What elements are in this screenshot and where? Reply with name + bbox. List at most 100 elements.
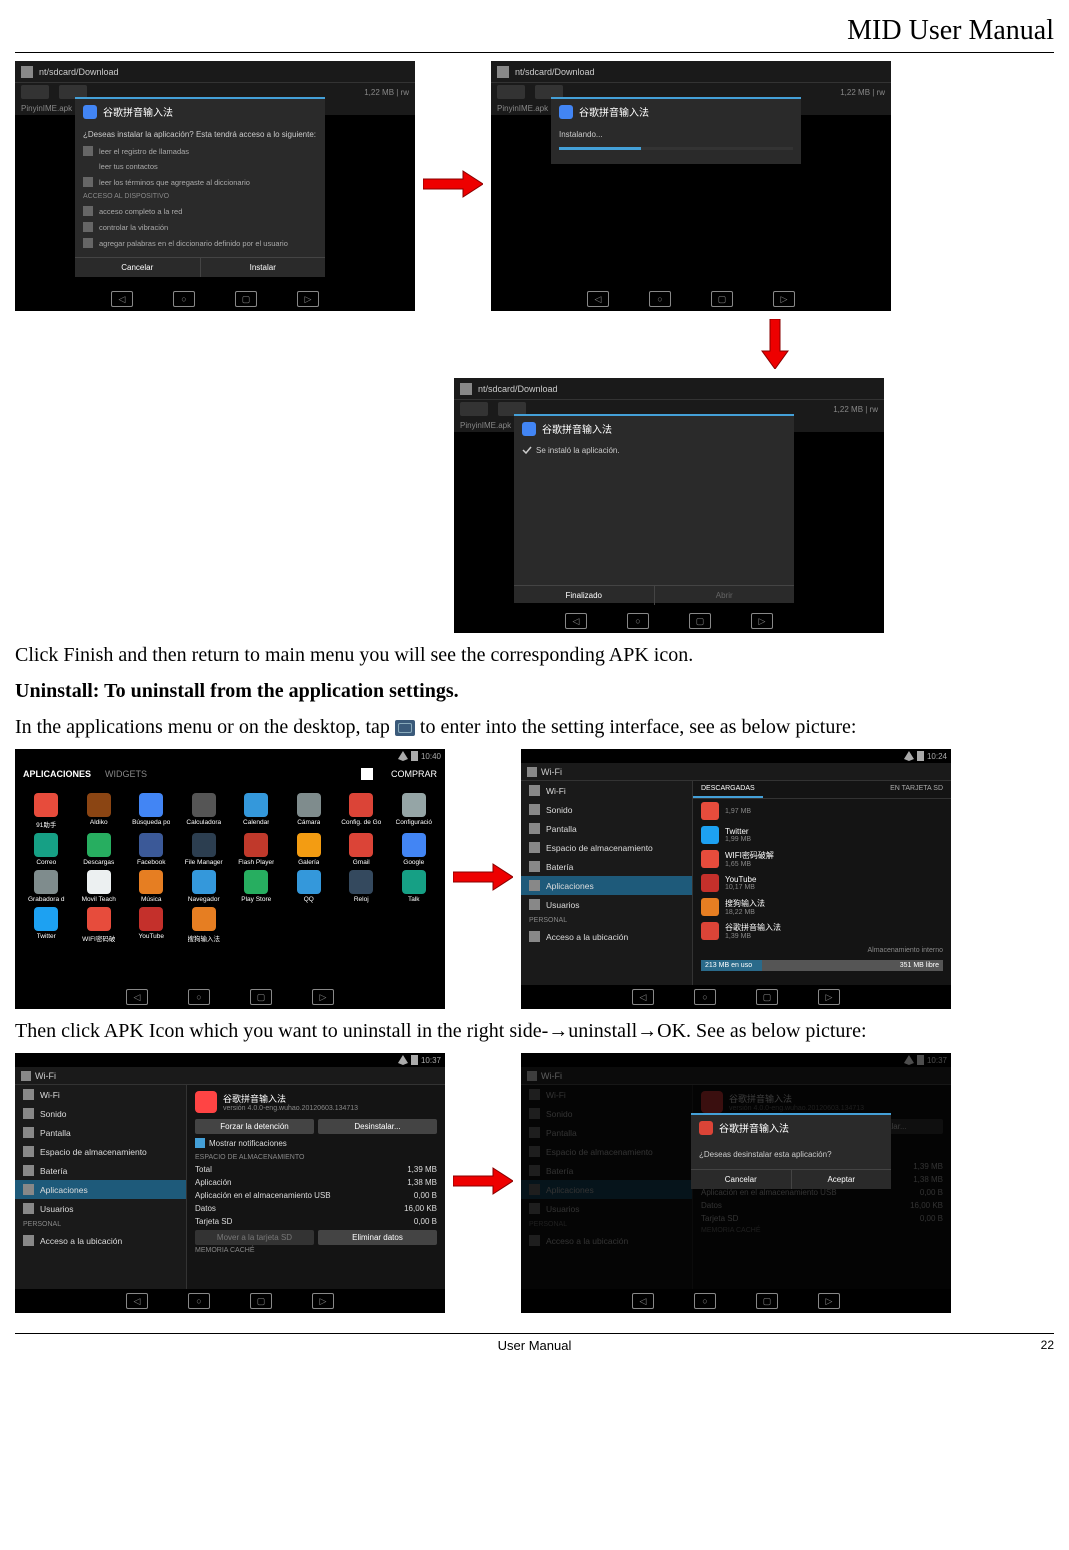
settings-row[interactable]: Wi-Fi: [521, 781, 692, 800]
recent-icon[interactable]: ▢: [756, 989, 778, 1005]
settings-row[interactable]: Pantalla: [15, 1123, 186, 1142]
app-item[interactable]: Correo: [21, 833, 72, 866]
back-icon[interactable]: ◁: [126, 1293, 148, 1309]
recent-icon[interactable]: ▢: [756, 1293, 778, 1309]
recent-icon[interactable]: ▢: [235, 291, 257, 307]
app-item[interactable]: Calculadora: [179, 793, 230, 829]
app-item[interactable]: 搜狗输入法: [179, 907, 230, 943]
recent-icon[interactable]: ▢: [250, 1293, 272, 1309]
app-item[interactable]: Música: [126, 870, 177, 903]
tab-applications[interactable]: APLICACIONES: [23, 769, 91, 779]
settings-row[interactable]: Batería: [15, 1161, 186, 1180]
settings-row-icon: [23, 1235, 34, 1246]
move-sd-button[interactable]: Mover a la tarjeta SD: [195, 1230, 314, 1245]
home-icon[interactable]: ○: [627, 613, 649, 629]
settings-row[interactable]: Batería: [521, 857, 692, 876]
back-icon[interactable]: ◁: [632, 989, 654, 1005]
app-item[interactable]: Talk: [389, 870, 440, 903]
force-stop-button[interactable]: Forzar la detención: [195, 1119, 314, 1134]
open-button[interactable]: Abrir: [655, 586, 795, 605]
volume-icon[interactable]: ▷: [312, 1293, 334, 1309]
home-icon[interactable]: ○: [173, 291, 195, 307]
home-icon[interactable]: ○: [188, 1293, 210, 1309]
app-item[interactable]: Config. de Go: [336, 793, 387, 829]
volume-icon[interactable]: ▷: [773, 291, 795, 307]
app-item[interactable]: QQ: [284, 870, 335, 903]
settings-row[interactable]: Aplicaciones: [521, 876, 692, 895]
app-item[interactable]: Aldiko: [74, 793, 125, 829]
app-item[interactable]: WIFI密码破: [74, 907, 125, 943]
volume-icon[interactable]: ▷: [818, 1293, 840, 1309]
settings-row[interactable]: Sonido: [521, 800, 692, 819]
volume-icon[interactable]: ▷: [312, 989, 334, 1005]
app-item[interactable]: 91助手: [21, 793, 72, 829]
app-item[interactable]: YouTube: [126, 907, 177, 943]
app-item[interactable]: Configuració: [389, 793, 440, 829]
back-icon[interactable]: ◁: [126, 989, 148, 1005]
app-list-item[interactable]: 谷歌拼音输入法1,39 MB: [693, 919, 951, 943]
confirm-ok-button[interactable]: Aceptar: [792, 1170, 892, 1189]
clear-data-button[interactable]: Eliminar datos: [318, 1230, 437, 1245]
recent-icon[interactable]: ▢: [689, 613, 711, 629]
settings-row-label: Aplicaciones: [546, 881, 594, 891]
tab-downloaded[interactable]: DESCARGADAS: [693, 781, 763, 798]
settings-row[interactable]: Aplicaciones: [15, 1180, 186, 1199]
buy-label[interactable]: COMPRAR: [391, 769, 437, 779]
app-item[interactable]: Cámara: [284, 793, 335, 829]
back-icon[interactable]: ◁: [565, 613, 587, 629]
uninstall-button[interactable]: Desinstalar...: [318, 1119, 437, 1134]
app-item[interactable]: Calendar: [231, 793, 282, 829]
home-icon[interactable]: ○: [694, 1293, 716, 1309]
install-button[interactable]: Instalar: [201, 258, 326, 277]
app-item[interactable]: Twitter: [21, 907, 72, 943]
confirm-cancel-button[interactable]: Cancelar: [691, 1170, 792, 1189]
tab-widgets[interactable]: WIDGETS: [105, 769, 147, 779]
home-icon[interactable]: ○: [694, 989, 716, 1005]
recent-icon[interactable]: ▢: [711, 291, 733, 307]
home-icon[interactable]: ○: [188, 989, 210, 1005]
cancel-button[interactable]: Cancelar: [75, 258, 201, 277]
app-list-item[interactable]: 1,97 MB: [693, 799, 951, 823]
back-icon[interactable]: ◁: [111, 291, 133, 307]
app-item[interactable]: Navegador: [179, 870, 230, 903]
app-item[interactable]: Play Store: [231, 870, 282, 903]
settings-row[interactable]: Acceso a la ubicación: [521, 927, 692, 946]
app-list-size: 1,65 MB: [725, 861, 943, 868]
volume-icon[interactable]: ▷: [297, 291, 319, 307]
app-list-item[interactable]: 搜狗输入法18,22 MB: [693, 895, 951, 919]
settings-row[interactable]: Sonido: [15, 1104, 186, 1123]
settings-row[interactable]: Espacio de almacenamiento: [15, 1142, 186, 1161]
app-item[interactable]: Búsqueda po: [126, 793, 177, 829]
app-item[interactable]: Descargas: [74, 833, 125, 866]
checkbox-icon[interactable]: [195, 1138, 205, 1148]
app-list-item[interactable]: WIFI密码破解1,65 MB: [693, 847, 951, 871]
app-item-icon: [297, 833, 321, 857]
settings-row[interactable]: Usuarios: [521, 895, 692, 914]
app-item[interactable]: Facebook: [126, 833, 177, 866]
app-item[interactable]: Reloj: [336, 870, 387, 903]
volume-icon[interactable]: ▷: [818, 989, 840, 1005]
settings-row[interactable]: Pantalla: [521, 819, 692, 838]
home-icon[interactable]: ○: [649, 291, 671, 307]
tab-sd[interactable]: EN TARJETA SD: [882, 781, 951, 798]
app-item[interactable]: Google: [389, 833, 440, 866]
app-item[interactable]: Movil Teach: [74, 870, 125, 903]
settings-row[interactable]: Wi-Fi: [15, 1085, 186, 1104]
back-icon[interactable]: ◁: [587, 291, 609, 307]
app-item[interactable]: File Manager: [179, 833, 230, 866]
back-icon[interactable]: ◁: [632, 1293, 654, 1309]
app-item[interactable]: Galería: [284, 833, 335, 866]
app-list-item[interactable]: Twitter1,99 MB: [693, 823, 951, 847]
path-text: nt/sdcard/Download: [478, 384, 878, 394]
app-item[interactable]: Gmail: [336, 833, 387, 866]
settings-row[interactable]: Acceso a la ubicación: [15, 1231, 186, 1250]
volume-icon[interactable]: ▷: [751, 613, 773, 629]
settings-row[interactable]: Usuarios: [15, 1199, 186, 1218]
settings-row[interactable]: Espacio de almacenamiento: [521, 838, 692, 857]
done-button[interactable]: Finalizado: [514, 586, 655, 605]
app-list-item[interactable]: YouTube10,17 MB: [693, 871, 951, 895]
settings-row-label: Pantalla: [546, 824, 577, 834]
app-item[interactable]: Flash Player: [231, 833, 282, 866]
recent-icon[interactable]: ▢: [250, 989, 272, 1005]
app-item[interactable]: Grabadora d: [21, 870, 72, 903]
